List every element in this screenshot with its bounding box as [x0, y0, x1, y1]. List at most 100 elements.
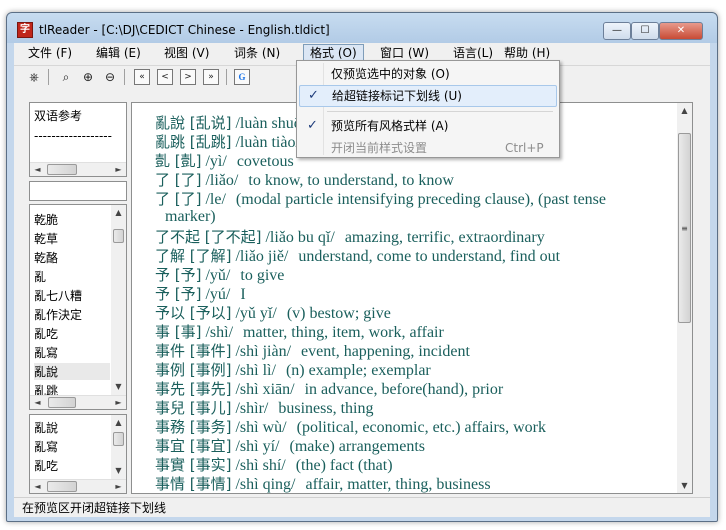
entry-headword[interactable]: 事例 [事例]	[155, 361, 231, 379]
dictionary-entry[interactable]: 事 [事] /shì/matter, thing, item, work, af…	[155, 321, 444, 342]
search-input[interactable]	[29, 181, 127, 201]
scroll-up-icon[interactable]: ▲	[677, 103, 692, 118]
list-item[interactable]: 亂七八糟	[34, 287, 82, 304]
entry-headword[interactable]: 亂說 [乱说]	[155, 114, 231, 132]
dictionary-entry[interactable]: 事情 [事情] /shì qing/affair, matter, thing,…	[155, 473, 491, 493]
scroll-down-icon[interactable]: ▼	[111, 379, 126, 394]
entry-headword[interactable]: 亄 [亄]	[155, 152, 201, 170]
previous-entry-icon[interactable]: <	[157, 69, 173, 85]
scroll-left-icon[interactable]: ◄	[30, 479, 45, 494]
menu-view[interactable]: 视图 (V)	[158, 44, 215, 62]
title-bar[interactable]: 字 tlReader - [C:\DJ\CEDICT Chinese - Eng…	[7, 13, 717, 43]
history-vscrollbar[interactable]: ▲ ▼	[111, 415, 126, 479]
entry-headword[interactable]: 事情 [事情]	[155, 475, 231, 493]
first-entry-icon[interactable]: «	[134, 69, 150, 85]
zoom-out-icon[interactable]: ⊖	[102, 69, 118, 85]
dictionary-entry[interactable]: 事例 [事例] /shì lì/ (n) example; exemplar	[155, 359, 431, 380]
dictionary-entry[interactable]: 亂說 [乱说] /luàn shuō/	[155, 112, 316, 133]
close-button[interactable]: ✕	[659, 22, 703, 40]
dictionary-entry[interactable]: 予 [予] /yǔ/to give	[155, 264, 284, 285]
entry-headword[interactable]: 了 [了]	[155, 190, 201, 208]
next-entry-icon[interactable]: >	[180, 69, 196, 85]
menu-edit[interactable]: 编辑 (E)	[90, 44, 147, 62]
dictionary-entry[interactable]: 亂跳 [乱跳] /luàn tiào/	[155, 131, 310, 152]
dictionary-entry[interactable]: 事件 [事件] /shì jiàn/event, happening, inci…	[155, 340, 470, 361]
entry-headword[interactable]: 了不起 [了不起]	[155, 228, 261, 246]
list-item[interactable]: 乾草	[34, 230, 58, 247]
binoculars-icon[interactable]: ⎈	[26, 69, 42, 85]
scroll-left-icon[interactable]: ◄	[30, 395, 45, 410]
dictionary-entry[interactable]: marker)	[155, 207, 216, 226]
entry-headword[interactable]: 事兒 [事儿]	[155, 399, 231, 417]
google-icon[interactable]: G	[234, 69, 250, 85]
menu-item-shortcut: Ctrl+P	[505, 141, 544, 155]
scrollbar-thumb[interactable]	[113, 229, 124, 243]
entry-headword[interactable]: 予以 [予以]	[155, 304, 231, 322]
entry-headword[interactable]: 事先 [事先]	[155, 380, 231, 398]
dictionary-entry[interactable]: 了不起 [了不起] /liǎo bu qǐ/amazing, terrific,…	[155, 226, 545, 247]
dictionary-entry[interactable]: 予以 [予以] /yǔ yǐ/ (v) bestow; give	[155, 302, 391, 323]
entry-definition: (political, economic, etc.) affairs, wor…	[296, 419, 546, 436]
list-item-selected[interactable]: 亂說	[34, 363, 110, 380]
scrollbar-thumb[interactable]	[113, 432, 124, 446]
scrollbar-thumb[interactable]	[47, 164, 77, 175]
dictionary-entry[interactable]: 事先 [事先] /shì xiān/in advance, before(han…	[155, 378, 503, 399]
reference-hscrollbar[interactable]: ◄ ►	[30, 162, 126, 176]
dictionary-entry[interactable]: 事務 [事务] /shì wù/ (political, economic, et…	[155, 416, 546, 437]
entry-definition: matter, thing, item, work, affair	[243, 324, 444, 341]
entry-headword[interactable]: 事 [事]	[155, 323, 201, 341]
dictionary-entry[interactable]: 了 [了] /le/ (modal particle intensifying p…	[155, 188, 606, 209]
scroll-right-icon[interactable]: ►	[111, 162, 126, 177]
entry-headword[interactable]: 了 [了]	[155, 171, 201, 189]
scrollbar-thumb[interactable]	[47, 481, 77, 492]
menu-item-underline-links[interactable]: ✓ 给超链接标记下划线 (U)	[299, 85, 557, 107]
scroll-left-icon[interactable]: ◄	[30, 162, 45, 177]
dictionary-entry[interactable]: 事兒 [事儿] /shìr/business, thing	[155, 397, 374, 418]
entry-headword[interactable]: 事宜 [事宜]	[155, 437, 231, 455]
dictionary-entry[interactable]: 亄 [亄] /yì/covetous	[155, 150, 294, 171]
list-item[interactable]: 亂說	[34, 419, 58, 436]
search-icon[interactable]: ⌕	[58, 69, 74, 85]
content-vscrollbar[interactable]: ▲ ≡ ▼	[677, 103, 692, 493]
list-item[interactable]: 亂寫	[34, 344, 58, 361]
scroll-up-icon[interactable]: ▲	[111, 415, 126, 430]
word-list-hscrollbar[interactable]: ◄ ►	[30, 395, 126, 409]
dictionary-entry[interactable]: 事實 [事实] /shì shí/ (the) fact (that)	[155, 454, 393, 475]
entry-headword[interactable]: 予 [予]	[155, 285, 201, 303]
entry-headword[interactable]: 事件 [事件]	[155, 342, 231, 360]
menu-item-preview-selected-only[interactable]: 仅预览选中的对象 (O)	[299, 63, 557, 85]
entry-pinyin: /liǎo/	[201, 172, 239, 189]
word-list-vscrollbar[interactable]: ▲ ▼	[111, 205, 126, 395]
history-hscrollbar[interactable]: ◄ ►	[30, 479, 126, 493]
scroll-down-icon[interactable]: ▼	[111, 463, 126, 478]
entry-definition: affair, matter, thing, business	[305, 476, 491, 493]
entry-headword[interactable]: 事務 [事务]	[155, 418, 231, 436]
scroll-up-icon[interactable]: ▲	[111, 205, 126, 220]
last-entry-icon[interactable]: »	[203, 69, 219, 85]
zoom-in-icon[interactable]: ⊕	[80, 69, 96, 85]
list-item[interactable]: 亂	[34, 268, 46, 285]
list-item[interactable]: 亂作決定	[34, 306, 82, 323]
menu-file[interactable]: 文件 (F)	[22, 44, 78, 62]
menu-item-preview-all-styles[interactable]: ✓ 预览所有风格式样 (A)	[299, 115, 557, 137]
dictionary-entry[interactable]: 予 [予] /yú/I	[155, 283, 246, 304]
list-item[interactable]: 乾脆	[34, 211, 58, 228]
dictionary-entry[interactable]: 了解 [了解] /liǎo jiě/understand, come to un…	[155, 245, 560, 266]
entry-headword[interactable]: 亂跳 [乱跳]	[155, 133, 231, 151]
list-item[interactable]: 亂吃	[34, 457, 58, 474]
scroll-right-icon[interactable]: ►	[111, 479, 126, 494]
scroll-right-icon[interactable]: ►	[111, 395, 126, 410]
menu-entry[interactable]: 词条 (N)	[228, 44, 286, 62]
dictionary-entry[interactable]: 事宜 [事宜] /shì yí/ (make) arrangements	[155, 435, 425, 456]
list-item[interactable]: 亂寫	[34, 438, 58, 455]
dictionary-entry[interactable]: 了 [了] /liǎo/to know, to understand, to k…	[155, 169, 454, 190]
scrollbar-thumb[interactable]	[48, 397, 76, 408]
entry-headword[interactable]: 事實 [事实]	[155, 456, 231, 474]
scroll-down-icon[interactable]: ▼	[677, 478, 692, 493]
list-item[interactable]: 亂吃	[34, 325, 58, 342]
entry-headword[interactable]: 了解 [了解]	[155, 247, 231, 265]
list-item[interactable]: 乾酪	[34, 249, 58, 266]
maximize-button[interactable]: ☐	[631, 22, 659, 40]
entry-headword[interactable]: 予 [予]	[155, 266, 201, 284]
minimize-button[interactable]: —	[603, 22, 631, 40]
